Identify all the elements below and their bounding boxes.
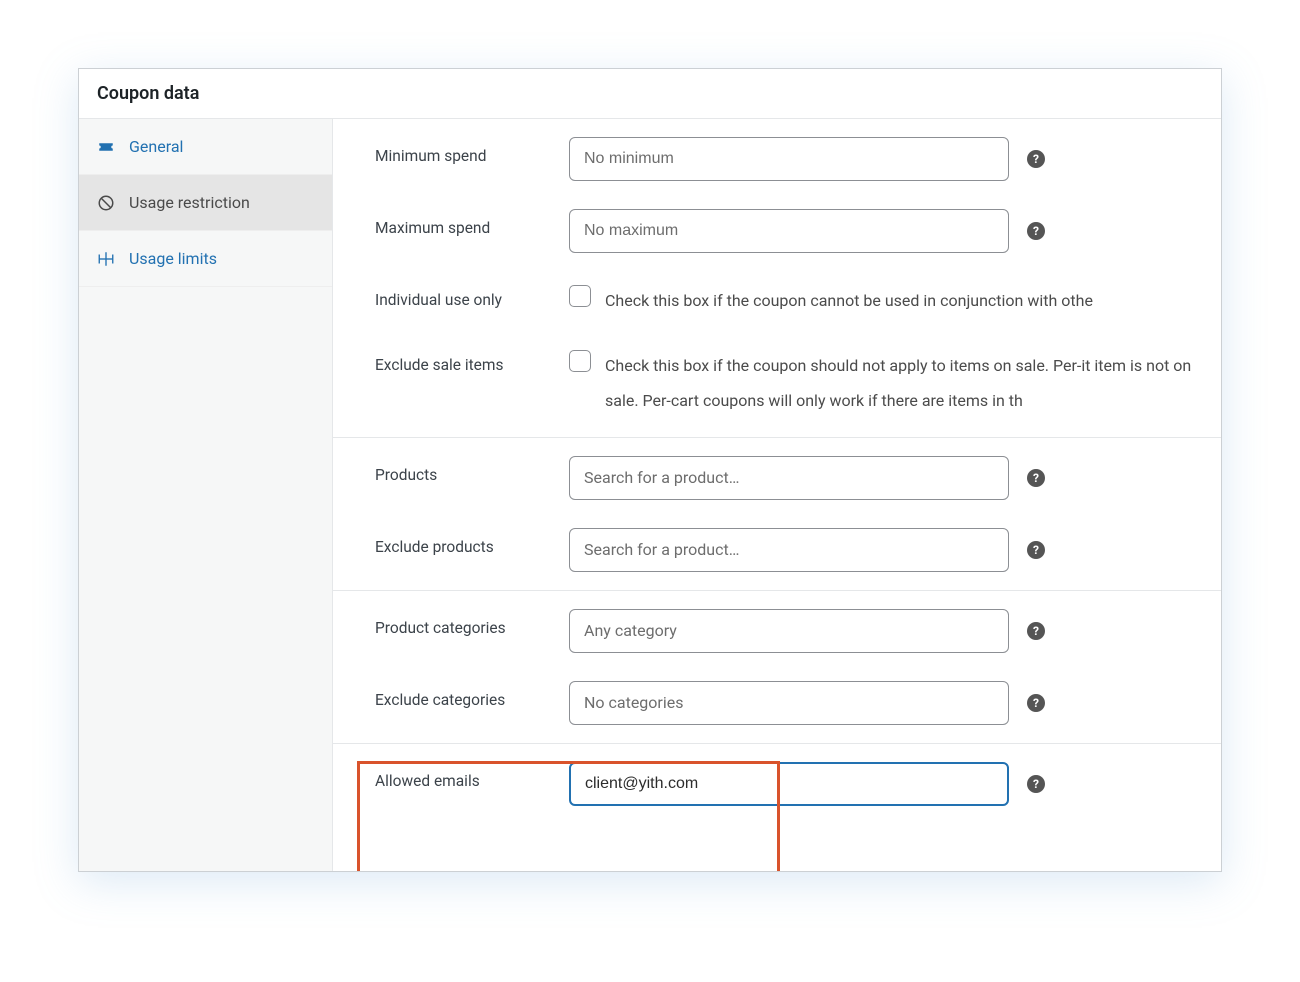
exclude-sale-desc: Check this box if the coupon should not … — [605, 348, 1221, 418]
row-allowed-emails: Allowed emails ? — [333, 748, 1221, 820]
help-icon[interactable]: ? — [1027, 541, 1045, 559]
limits-icon — [97, 250, 115, 268]
group-products: Products Search for a product… ? Exclude… — [333, 438, 1221, 591]
products-select[interactable]: Search for a product… — [569, 456, 1009, 500]
label-exclude-sale: Exclude sale items — [375, 346, 545, 374]
row-exclude-sale: Exclude sale items Check this box if the… — [333, 332, 1221, 432]
row-product-categories: Product categories Any category ? — [333, 595, 1221, 667]
minimum-spend-input[interactable] — [569, 137, 1009, 181]
maximum-spend-input[interactable] — [569, 209, 1009, 253]
help-icon[interactable]: ? — [1027, 622, 1045, 640]
tab-label: Usage limits — [129, 249, 217, 268]
label-minimum-spend: Minimum spend — [375, 137, 545, 165]
group-categories: Product categories Any category ? Exclud… — [333, 591, 1221, 744]
ticket-icon — [97, 138, 115, 156]
row-maximum-spend: Maximum spend ? — [333, 195, 1221, 267]
panel-body: General Usage restriction Usage limits M… — [79, 119, 1221, 871]
ban-icon — [97, 194, 115, 212]
tab-usage-limits[interactable]: Usage limits — [79, 231, 332, 287]
exclude-products-select[interactable]: Search for a product… — [569, 528, 1009, 572]
tab-content: Minimum spend ? Maximum spend ? Individu… — [333, 119, 1221, 871]
label-exclude-products: Exclude products — [375, 528, 545, 556]
tab-label: Usage restriction — [129, 193, 250, 212]
panel-title: Coupon data — [79, 69, 1221, 119]
label-exclude-categories: Exclude categories — [375, 681, 545, 709]
help-icon[interactable]: ? — [1027, 775, 1045, 793]
row-individual-use: Individual use only Check this box if th… — [333, 267, 1221, 332]
individual-use-desc: Check this box if the coupon cannot be u… — [605, 283, 1093, 318]
label-individual-use: Individual use only — [375, 281, 545, 309]
tab-general[interactable]: General — [79, 119, 332, 175]
tab-label: General — [129, 137, 183, 156]
exclude-categories-select[interactable]: No categories — [569, 681, 1009, 725]
exclude-sale-checkbox[interactable] — [569, 350, 591, 372]
help-icon[interactable]: ? — [1027, 469, 1045, 487]
row-exclude-products: Exclude products Search for a product… ? — [333, 514, 1221, 586]
group-spend: Minimum spend ? Maximum spend ? Individu… — [333, 119, 1221, 438]
help-icon[interactable]: ? — [1027, 150, 1045, 168]
label-maximum-spend: Maximum spend — [375, 209, 545, 237]
group-emails: Allowed emails ? — [333, 744, 1221, 824]
tab-usage-restriction[interactable]: Usage restriction — [79, 175, 332, 231]
allowed-emails-input[interactable] — [569, 762, 1009, 806]
tabs-nav: General Usage restriction Usage limits — [79, 119, 333, 871]
help-icon[interactable]: ? — [1027, 694, 1045, 712]
coupon-data-panel: Coupon data General Usage restriction Us… — [78, 68, 1222, 872]
row-products: Products Search for a product… ? — [333, 442, 1221, 514]
row-minimum-spend: Minimum spend ? — [333, 123, 1221, 195]
label-allowed-emails: Allowed emails — [375, 762, 545, 790]
label-product-categories: Product categories — [375, 609, 545, 637]
individual-use-checkbox[interactable] — [569, 285, 591, 307]
help-icon[interactable]: ? — [1027, 222, 1045, 240]
label-products: Products — [375, 456, 545, 484]
row-exclude-categories: Exclude categories No categories ? — [333, 667, 1221, 739]
product-categories-select[interactable]: Any category — [569, 609, 1009, 653]
